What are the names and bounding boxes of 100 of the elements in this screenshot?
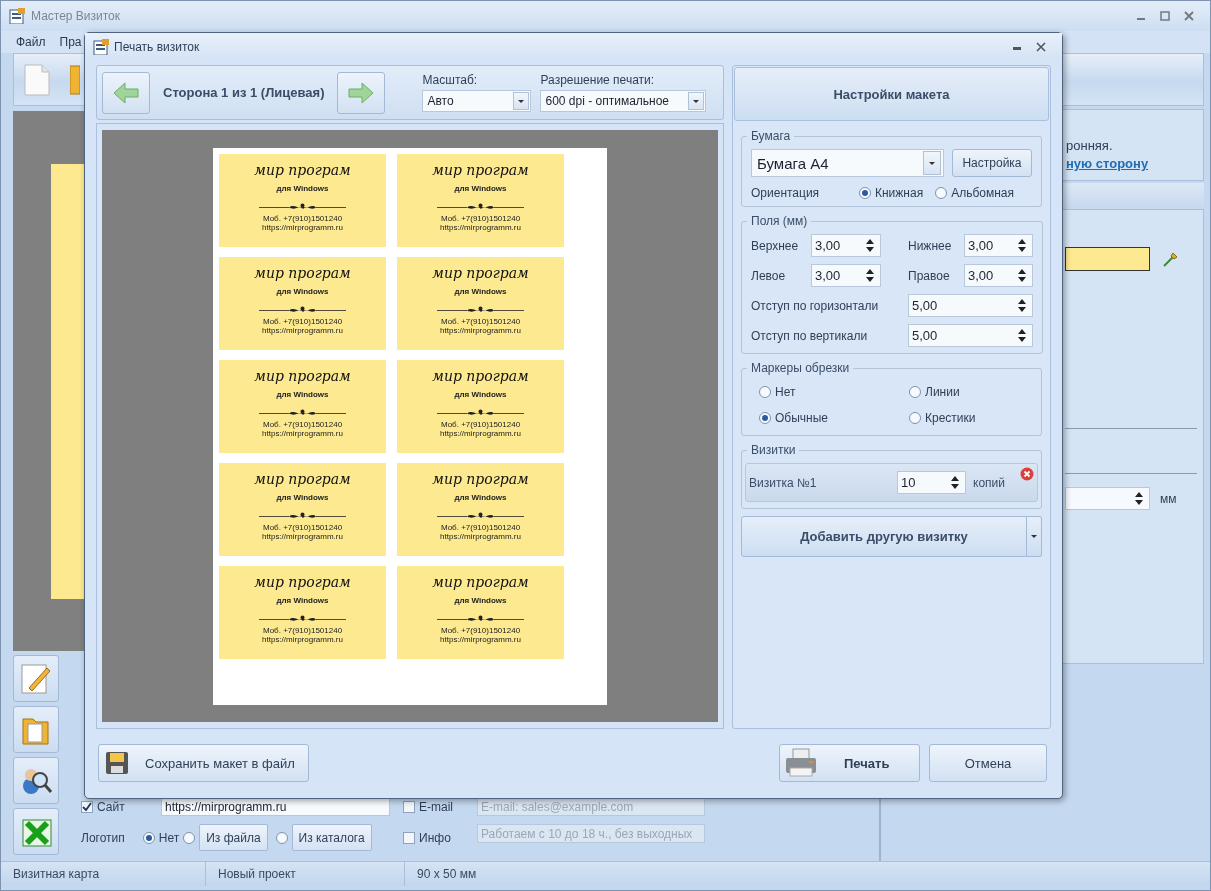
caret-icon — [1031, 535, 1037, 538]
link[interactable]: ную сторону — [1066, 156, 1203, 171]
close-icon[interactable] — [1036, 41, 1046, 52]
number-field[interactable]: 3,00 — [964, 234, 1033, 257]
group-label: Поля (мм) — [750, 214, 809, 228]
number-field[interactable]: 5,00 — [908, 294, 1033, 317]
right-arrow-icon — [348, 81, 375, 104]
close-icon[interactable] — [1184, 11, 1194, 21]
card-website: https://mirprogramm.ru — [440, 223, 521, 232]
card-title: мир програм — [254, 162, 351, 178]
next-button[interactable] — [337, 71, 386, 114]
status-text: Визитная карта — [1, 862, 206, 886]
card-title: мир програм — [432, 574, 529, 590]
radio-label: Крестики — [925, 411, 976, 425]
check-icon — [82, 801, 92, 812]
card-name: Визитка №1 — [749, 475, 818, 490]
field-label: Логотип — [81, 830, 125, 845]
maximize-icon[interactable] — [1160, 11, 1170, 21]
setup-button[interactable]: Настройка — [952, 149, 1032, 177]
card-phone: Моб. +7(910)1501240 — [262, 317, 343, 326]
number-field[interactable]: 5,00 — [908, 324, 1033, 347]
save-layout-button[interactable]: Сохранить макет в файл — [98, 744, 309, 782]
caret-icon — [518, 99, 525, 103]
card-subtitle: для Windows — [276, 287, 329, 296]
menu-item[interactable]: Пра — [59, 35, 82, 49]
spin-arrows-icon — [1018, 239, 1026, 252]
card-subtitle: для Windows — [276, 390, 329, 399]
search-button[interactable] — [13, 757, 59, 804]
number-field[interactable]: 10 — [897, 471, 966, 494]
card-website: https://mirprogramm.ru — [440, 532, 521, 541]
card-title: мир програм — [254, 265, 351, 281]
card-phone: Моб. +7(910)1501240 — [440, 214, 521, 223]
caret-icon — [693, 99, 700, 103]
file-button[interactable]: Из каталога — [291, 824, 372, 851]
radio-label: Нет — [158, 830, 180, 845]
card-title: мир програм — [432, 162, 529, 178]
group-label: Бумага — [750, 129, 792, 143]
color-swatch[interactable] — [1065, 247, 1150, 271]
text-field[interactable]: Работаем с 10 до 18 ч., без выходных — [477, 824, 705, 843]
section-header-button[interactable]: Настройки макета — [734, 67, 1049, 121]
radio-button[interactable] — [935, 187, 948, 199]
radio-label: Книжная — [875, 186, 924, 200]
radio-button[interactable] — [859, 187, 871, 199]
checkbox[interactable] — [81, 800, 93, 813]
dropdown-button[interactable] — [1027, 516, 1042, 557]
radio-button[interactable] — [183, 831, 196, 844]
info-text: ронняя. — [1066, 138, 1114, 153]
field-label: Верхнее — [751, 238, 800, 253]
number-field[interactable]: 3,00 — [811, 264, 881, 287]
radio-button[interactable] — [275, 831, 288, 844]
previous-button[interactable] — [102, 71, 150, 114]
dropdown-field[interactable]: 600 dpi - оптимальное — [540, 90, 707, 112]
card-website: https://mirprogramm.ru — [440, 326, 521, 335]
app-icon — [9, 8, 25, 24]
unit-label: мм — [1160, 491, 1177, 506]
eyedropper-icon[interactable] — [1162, 250, 1180, 268]
dropdown-button[interactable] — [923, 151, 941, 175]
card-subtitle: для Windows — [276, 184, 329, 193]
remove-icon[interactable] — [1020, 467, 1034, 481]
card-title: мир програм — [254, 368, 351, 384]
checkbox[interactable] — [403, 831, 415, 844]
number-field[interactable]: 3,00 — [964, 264, 1033, 287]
dropdown-button[interactable] — [688, 92, 705, 110]
number-field[interactable]: 3,00 — [811, 234, 881, 257]
cancel-button[interactable]: Отмена — [929, 744, 1047, 782]
checkbox[interactable] — [403, 800, 415, 813]
card-website: https://mirprogramm.ru — [262, 223, 343, 232]
page-side-label: Сторона 1 из 1 (Лицевая) — [163, 85, 325, 100]
radio-button[interactable] — [759, 412, 771, 424]
number-field[interactable] — [1065, 487, 1150, 510]
spin-arrows-icon — [951, 476, 959, 489]
group-label: Визитки — [750, 443, 797, 457]
checkbox-label: Сайт — [97, 799, 125, 814]
checkbox-label: Инфо — [419, 830, 451, 845]
field-label: Правое — [908, 268, 951, 283]
spin-arrows-icon — [1135, 492, 1143, 505]
radio-button[interactable] — [142, 831, 155, 844]
dropdown-field[interactable]: Авто — [422, 90, 532, 112]
card-website: https://mirprogramm.ru — [440, 429, 521, 438]
radio-button[interactable] — [909, 412, 921, 424]
document-icon[interactable] — [24, 63, 50, 96]
add-card-button[interactable]: Добавить другую визитку — [741, 516, 1027, 557]
card-website: https://mirprogramm.ru — [262, 532, 343, 541]
radio-label: Альбомная — [951, 186, 1014, 200]
radio-button[interactable] — [909, 386, 921, 398]
file-button[interactable]: Из файла — [199, 824, 268, 851]
card-entry[interactable]: Визитка №1 10 копий — [745, 463, 1038, 502]
printer-icon — [784, 748, 818, 778]
card-title: мир програм — [254, 574, 351, 590]
print-button[interactable]: Печать — [779, 744, 920, 782]
radio-button[interactable] — [759, 386, 771, 398]
app-icon — [93, 38, 109, 55]
card-subtitle: для Windows — [276, 596, 329, 605]
checkbox-label: E-mail — [419, 799, 453, 814]
dropdown-button[interactable] — [513, 92, 530, 110]
dropdown-field[interactable]: Бумага А4 — [751, 149, 944, 177]
menu-item[interactable]: Файл — [16, 35, 46, 49]
card-title: мир програм — [432, 471, 529, 487]
edit-button[interactable] — [13, 655, 59, 702]
card-website: https://mirprogramm.ru — [262, 635, 343, 644]
